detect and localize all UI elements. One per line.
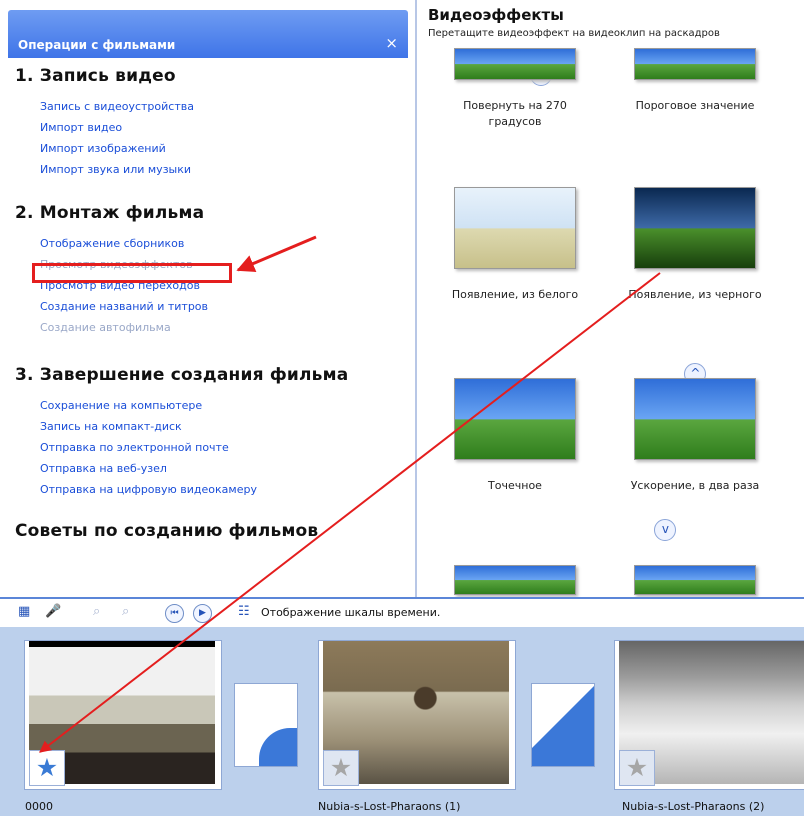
storyboard-clip[interactable]: ★	[614, 640, 804, 790]
play-icon[interactable]: ▶	[193, 604, 212, 623]
storyboard: ★ ★ ★ 0000 Nubia-s-Lost-Pharaons (1) Nub…	[0, 627, 804, 816]
storyboard-clip[interactable]: ★	[318, 640, 516, 790]
effect-thumbnail[interactable]	[634, 378, 756, 460]
clip-label: Nubia-s-Lost-Pharaons (2)	[622, 800, 765, 813]
storyboard-clip[interactable]: ★	[24, 640, 222, 790]
movie-tasks-title: Операции с фильмами	[18, 38, 176, 52]
task-link-import-video[interactable]: Импорт видео	[40, 117, 194, 138]
transition-slot[interactable]	[234, 683, 298, 767]
transition-icon	[259, 728, 297, 766]
effects-title: Видеоэффекты	[428, 6, 564, 24]
zoom-out-icon[interactable]: ⌕	[122, 604, 129, 619]
rewind-icon[interactable]: ⏮	[165, 604, 184, 623]
task-link-send-web[interactable]: Отправка на веб-узел	[40, 458, 348, 479]
task-link-send-email[interactable]: Отправка по электронной почте	[40, 437, 348, 458]
video-effects-highlight	[32, 263, 232, 283]
effect-label: Повернуть на 270 градусов	[463, 99, 567, 128]
video-effect-star-icon[interactable]: ★	[29, 750, 65, 786]
effect-thumbnail[interactable]	[454, 48, 576, 80]
effect-item-partial[interactable]	[440, 565, 590, 595]
transition-icon	[532, 686, 594, 766]
effect-label: Пороговое значение	[635, 99, 755, 112]
section-title: 1. Запись видео	[15, 66, 176, 86]
effect-item-fade-in-black[interactable]: Появление, из черного	[620, 187, 770, 303]
task-link-make-automovie[interactable]: Создание автофильма	[40, 317, 208, 338]
video-effect-star-icon[interactable]: ★	[619, 750, 655, 786]
section-finish-movie: 3. Завершение создания фильма ^ Сохранен…	[15, 363, 707, 500]
task-link-save-computer[interactable]: Сохранение на компьютере	[40, 395, 348, 416]
clip-label: 0000	[25, 800, 53, 813]
effect-item-threshold[interactable]: Пороговое значение	[620, 48, 770, 114]
task-link-import-pictures[interactable]: Импорт изображений	[40, 138, 194, 159]
timeline-icon[interactable]: ☷	[238, 604, 250, 619]
task-link-make-titles[interactable]: Создание названий и титров	[40, 296, 208, 317]
microphone-icon[interactable]: 🎤	[45, 604, 61, 619]
effect-item-speed-up-double[interactable]: Ускорение, в два раза	[620, 378, 770, 494]
task-link-send-dv-camera[interactable]: Отправка на цифровую видеокамеру	[40, 479, 348, 500]
effect-thumbnail[interactable]	[454, 378, 576, 460]
storyboard-icon[interactable]: ▦	[18, 604, 30, 619]
effect-item-rotate-270[interactable]: Повернуть на 270 градусов	[440, 48, 590, 130]
effect-label: Ускорение, в два раза	[630, 479, 760, 492]
close-icon[interactable]: ×	[385, 34, 398, 52]
section-capture-video: 1. Запись видео ^ Запись с видеоустройст…	[15, 64, 552, 180]
task-link-capture-device[interactable]: Запись с видеоустройства	[40, 96, 194, 117]
task-link-save-cd[interactable]: Запись на компакт-диск	[40, 416, 348, 437]
effect-label: Точечное	[488, 479, 542, 492]
video-effects-pane: Видеоэффекты Перетащите видеоэффект на в…	[420, 0, 804, 597]
effect-item-fade-in-white[interactable]: Появление, из белого	[440, 187, 590, 303]
effect-thumbnail[interactable]	[634, 187, 756, 269]
effects-subtitle: Перетащите видеоэффект на видеоклип на р…	[428, 28, 720, 39]
video-effect-star-icon[interactable]: ★	[323, 750, 359, 786]
zoom-in-icon[interactable]: ⌕	[93, 604, 100, 619]
transition-slot[interactable]	[531, 683, 595, 767]
section-movie-tips: Советы по созданию фильмов v	[15, 519, 677, 541]
timeline-toggle-label[interactable]: Отображение шкалы времени.	[261, 606, 440, 619]
movie-tasks-pane: Операции с фильмами × 1. Запись видео ^ …	[0, 0, 707, 597]
effect-thumbnail[interactable]	[634, 48, 756, 80]
section-title: 2. Монтаж фильма	[15, 203, 205, 223]
task-link-view-collections[interactable]: Отображение сборников	[40, 233, 208, 254]
effect-item-pixelate[interactable]: Точечное	[440, 378, 590, 494]
storyboard-toolbar: ▦ 🎤 ⌕ ⌕ ⏮ ▶ ☷ Отображение шкалы времени.	[0, 597, 804, 629]
movie-tasks-header: Операции с фильмами ×	[8, 10, 408, 58]
task-link-import-audio[interactable]: Импорт звука или музыки	[40, 159, 194, 180]
clip-label: Nubia-s-Lost-Pharaons (1)	[318, 800, 461, 813]
effect-thumbnail[interactable]	[454, 187, 576, 269]
effect-label: Появление, из белого	[451, 288, 579, 301]
effect-label: Появление, из черного	[628, 288, 762, 301]
effect-thumbnail[interactable]	[454, 565, 576, 595]
effect-item-partial[interactable]	[620, 565, 770, 595]
effect-thumbnail[interactable]	[634, 565, 756, 595]
section-title: 3. Завершение создания фильма	[15, 365, 349, 385]
section-title: Советы по созданию фильмов	[15, 521, 319, 541]
